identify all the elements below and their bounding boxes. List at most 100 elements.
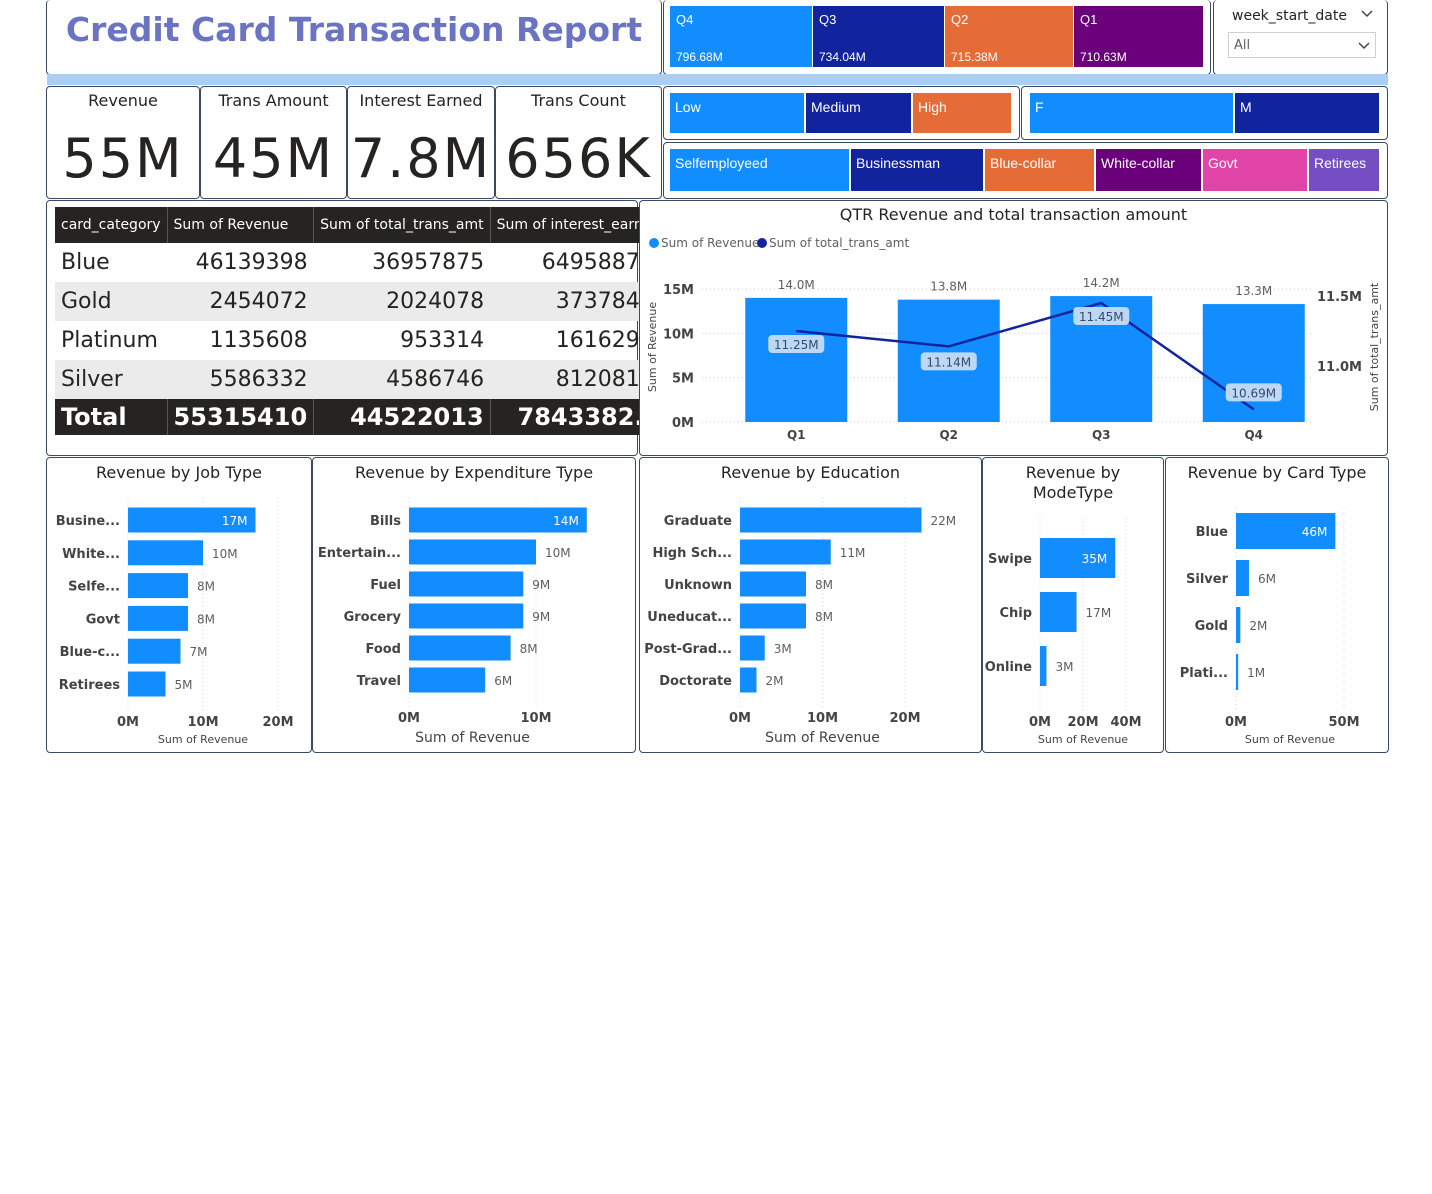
card-category-matrix: card_category Sum of Revenue Sum of tota… (46, 200, 668, 456)
week-slicer-collapse-icon[interactable] (1360, 6, 1374, 20)
data-label: 13.3M (1235, 284, 1272, 298)
category-label: Govt (86, 612, 120, 627)
bar (740, 667, 757, 693)
x-tick-label: 20M (262, 715, 293, 730)
data-label: 17M (1086, 606, 1112, 620)
category-label: Doctorate (659, 674, 732, 689)
y2-tick-label: 11.0M (1317, 360, 1362, 375)
data-label: 1M (1247, 666, 1265, 680)
y-tick-label: 5M (672, 372, 694, 387)
divider-band (47, 74, 1388, 85)
job-slicer-item[interactable]: Blue-collar (985, 149, 1096, 191)
kpi-value: 55M (62, 127, 184, 190)
quarter-tile[interactable]: Q3 734.04M (813, 6, 945, 67)
category-label: Grocery (344, 610, 402, 625)
bar (1236, 607, 1241, 643)
income-slicer: Low Medium High (663, 86, 1020, 140)
data-label: 46M (1302, 525, 1328, 539)
data-label: 11.45M (1079, 310, 1124, 324)
quarter-tile-value: 796.68M (676, 50, 723, 64)
table-cell: Gold (55, 282, 168, 321)
category-label: Post-Grad... (644, 642, 732, 657)
x-tick-label: Q1 (787, 428, 806, 442)
bar (1202, 304, 1305, 422)
job-slicer: Selfemployeed Businessman Blue-collar White… (663, 142, 1388, 199)
quarter-tile[interactable]: Q4 796.68M (670, 6, 813, 67)
gender-slicer-item[interactable]: M (1235, 93, 1381, 133)
x-tick-label: Q4 (1244, 428, 1263, 442)
matrix-header[interactable]: Sum of Revenue (167, 207, 315, 243)
data-label: 9M (532, 578, 550, 592)
bar (409, 667, 486, 693)
category-label: Online (985, 660, 1032, 675)
bar (128, 638, 181, 664)
table-cell: 1135608 (209, 328, 308, 353)
category-label: Chip (999, 606, 1032, 621)
data-label: 8M (520, 642, 538, 656)
quarter-tile[interactable]: Q1 710.63M (1074, 6, 1204, 67)
table-row: Gold 2454072 2024078 373784.2 (55, 282, 667, 321)
week-slicer: week_start_date All (1213, 0, 1388, 75)
category-label: Uneducat... (647, 610, 732, 625)
job-slicer-item[interactable]: Selfemployeed (670, 149, 851, 191)
table-cell: Total (55, 399, 168, 435)
kpi-label: Trans Amount (218, 91, 329, 110)
matrix-header[interactable]: card_category (55, 207, 168, 243)
x-tick-label: 0M (398, 711, 420, 726)
gender-slicer-item[interactable]: F (1030, 93, 1235, 133)
job-slicer-item[interactable]: Retirees (1309, 149, 1381, 191)
data-label: 8M (815, 610, 833, 624)
x-tick-label: 20M (1067, 715, 1098, 730)
kpi-label: Trans Count (531, 91, 626, 110)
kpi-interest-earned: Interest Earned 7.8M (347, 86, 495, 199)
quarter-tile[interactable]: Q2 715.38M (945, 6, 1074, 67)
kpi-trans-count: Trans Count 656K (495, 86, 662, 199)
page-title: Credit Card Transaction Report (65, 10, 643, 49)
table-cell: 55315410 (167, 399, 315, 435)
x-tick-label: 10M (520, 711, 551, 726)
data-label: 17M (222, 514, 248, 528)
card-chart-svg: 0M 50M Sum of Revenue Blue 46M Silver 6M Gold 2M… (1180, 508, 1360, 746)
bar (740, 507, 922, 533)
data-label: 14.0M (778, 278, 815, 292)
legend-label: Sum of Revenue (661, 236, 759, 250)
chevron-down-icon (1358, 42, 1370, 50)
kpi-value: 656K (505, 127, 652, 190)
category-label: Plati... (1180, 666, 1228, 681)
data-label: 8M (197, 612, 215, 626)
data-label: 14.2M (1083, 276, 1120, 290)
bar (1236, 654, 1239, 690)
quarter-tile-value: 734.04M (819, 50, 866, 64)
matrix-header[interactable]: Sum of total_trans_amt (313, 207, 491, 243)
table-row: Silver 5586332 4586746 812081.3 (55, 360, 667, 399)
y-axis-label: Sum of Revenue (646, 302, 659, 392)
category-label: High Sch... (652, 546, 732, 561)
x-tick-label: 20M (889, 711, 920, 726)
income-slicer-item[interactable]: Medium (806, 93, 913, 133)
kpi-revenue: Revenue 55M (46, 86, 200, 199)
job-type-chart: Revenue by Job Type 0M 10M 20M Sum of Reven… (46, 457, 312, 753)
job-slicer-item[interactable]: Businessman (851, 149, 985, 191)
bar (128, 605, 188, 631)
table-cell: 2454072 (167, 282, 314, 321)
income-slicer-item[interactable]: High (913, 93, 1013, 133)
x-axis-label: Sum of Revenue (765, 730, 880, 746)
quarter-tile-label: Q2 (951, 12, 969, 27)
bar (128, 540, 203, 566)
education-chart: Revenue by Education 0M 10M 20M Sum of Reve… (639, 457, 982, 753)
bar (409, 635, 511, 661)
week-slicer-label: week_start_date (1232, 8, 1347, 24)
data-label: 3M (1055, 660, 1073, 674)
category-label: White... (62, 547, 120, 562)
job-slicer-item[interactable]: Govt (1203, 149, 1309, 191)
kpi-value: 45M (212, 127, 335, 190)
data-label: 6M (1258, 572, 1276, 586)
job-slicer-item[interactable]: White-collar (1096, 149, 1203, 191)
week-slicer-dropdown[interactable]: All (1228, 32, 1376, 58)
data-label: 9M (532, 610, 550, 624)
category-label: Swipe (988, 552, 1032, 567)
data-label: 10M (545, 546, 571, 560)
income-slicer-item[interactable]: Low (670, 93, 806, 133)
table-cell: 953314 (400, 328, 485, 353)
x-tick-label: 0M (729, 711, 751, 726)
